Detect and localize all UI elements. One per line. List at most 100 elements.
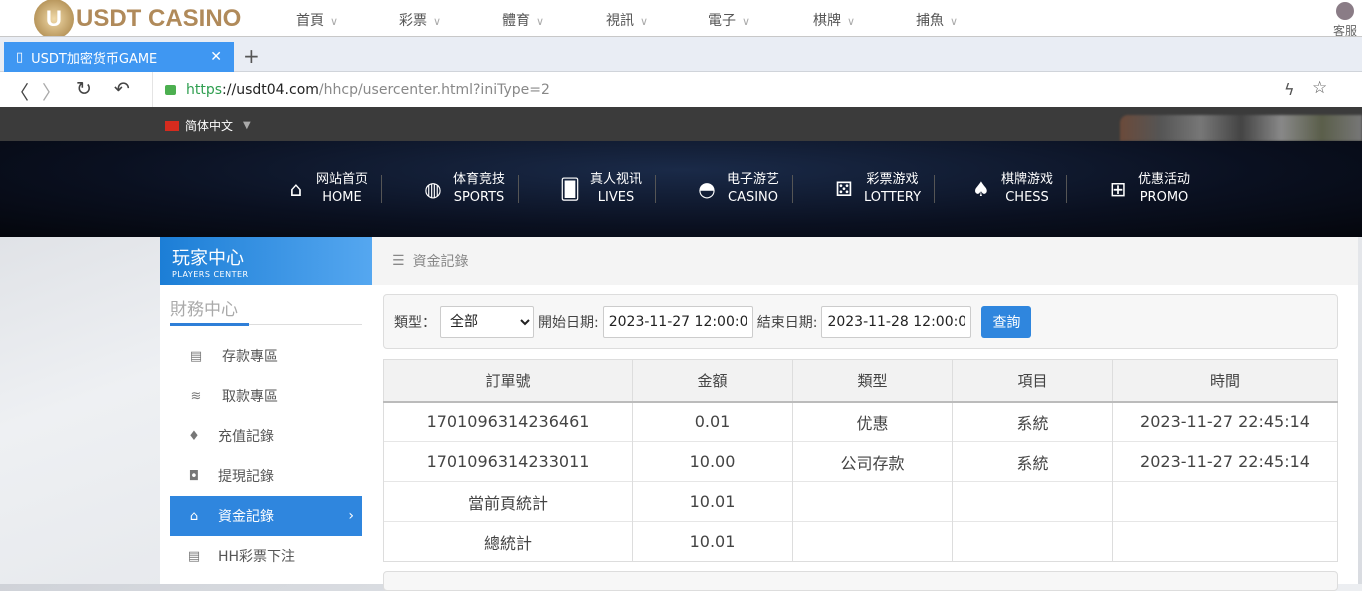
lightning-icon[interactable]: ϟ xyxy=(1284,80,1295,99)
url-path: /hhcp/usercenter.html?iniType=2 xyxy=(318,81,550,98)
table-header-row: 訂單號 金額 類型 項目 時間 xyxy=(383,359,1338,403)
undo-icon[interactable]: ↶ xyxy=(114,78,130,100)
logo-coin-icon: U xyxy=(34,0,74,39)
divider xyxy=(381,175,383,203)
banner-nav-sublabel: HOME xyxy=(322,190,362,205)
topnav-item[interactable]: 棋牌 ∨ xyxy=(813,10,855,30)
type-select[interactable]: 全部 xyxy=(440,305,534,338)
house-icon: ⌂ xyxy=(189,508,199,524)
topnav-item[interactable]: 首頁 ∨ xyxy=(296,10,338,30)
sidebar-item-fund-records[interactable]: ⌂ 資金記錄 › xyxy=(170,496,362,536)
content-panel: ☰ 資金記錄 類型： 全部 開始日期: 結束日期: 查詢 訂單號 金額 類型 項目… xyxy=(372,237,1358,591)
site-logo[interactable]: U USDT CASINO xyxy=(34,0,242,39)
url-input[interactable]: https://usdt04.com/hhcp/usercenter.html?… xyxy=(152,72,550,107)
sidebar-item-label: 充值記錄 xyxy=(218,429,274,445)
hand-money-icon: ≋ xyxy=(190,388,202,404)
column-header: 類型 xyxy=(792,359,953,403)
caret-down-icon: ▼ xyxy=(243,120,251,131)
close-tab-icon[interactable]: ✕ xyxy=(210,49,222,65)
language-bar: 简体中文 ▼ xyxy=(0,107,1362,141)
search-button[interactable]: 查詢 xyxy=(981,305,1032,338)
back-icon[interactable]: 〈 xyxy=(10,78,29,105)
menu-icon[interactable]: ☰ xyxy=(392,253,405,269)
chevron-right-icon: › xyxy=(348,508,354,524)
banner-nav-chess[interactable]: ♠ 棋牌游戏 CHESS xyxy=(961,171,1068,207)
end-date-input[interactable] xyxy=(821,305,972,338)
address-bar: 〈 〉 ↻ ↶ https://usdt04.com/hhcp/usercent… xyxy=(0,72,1362,107)
table-row: 1701096314236461 0.01 优惠 系統 2023-11-27 22:45… xyxy=(383,401,1338,442)
sidebar-item-label: 取款專區 xyxy=(222,389,278,405)
chevron-down-icon: ∨ xyxy=(536,15,545,28)
logo-text: USDT CASINO xyxy=(76,5,242,32)
language-label: 简体中文 xyxy=(185,119,234,133)
filter-bar: 類型： 全部 開始日期: 結束日期: 查詢 xyxy=(383,294,1338,349)
banner-nav-sublabel: LIVES xyxy=(597,190,635,205)
banner-nav-lottery[interactable]: ⚄ 彩票游戏 LOTTERY xyxy=(824,171,936,207)
chevron-down-icon: ∨ xyxy=(950,15,959,28)
chat-icon xyxy=(1336,2,1354,20)
divider xyxy=(655,175,657,203)
sidebar-item-label: 提現記錄 xyxy=(218,469,274,485)
column-header: 訂單號 xyxy=(383,359,633,403)
sidebar-item-label: 存款專區 xyxy=(222,349,278,365)
table-cell: 公司存款 xyxy=(792,441,953,482)
topnav-label: 體育 xyxy=(502,13,530,29)
table-cell xyxy=(952,481,1113,522)
fund-records-table: 訂單號 金額 類型 項目 時間 1701096314236461 0.01 优惠 系統… xyxy=(383,359,1338,562)
star-icon[interactable]: ☆ xyxy=(1312,78,1327,98)
sidebar-item-hh-lottery-bets[interactable]: ▤ HH彩票下注 xyxy=(170,536,362,576)
content-header: ☰ 資金記錄 xyxy=(372,237,1358,285)
topnav-item[interactable]: 捕魚 ∨ xyxy=(916,10,958,30)
banner-nav-casino[interactable]: ◓ 电子游艺 CASINO xyxy=(687,171,794,207)
table-cell xyxy=(792,481,953,522)
start-date-label: 開始日期: xyxy=(538,314,599,331)
banner-nav-sports[interactable]: ◍ 体育竞技 SPORTS xyxy=(413,171,520,207)
wallet-icon: ◘ xyxy=(188,468,200,484)
sidebar-title: 玩家中心 xyxy=(172,248,244,269)
table-cell: 2023-11-27 22:45:14 xyxy=(1112,441,1338,482)
url-scheme: https xyxy=(186,81,223,98)
banner-nav-label: 棋牌游戏 xyxy=(1001,172,1054,187)
table-cell: 1701096314233011 xyxy=(383,441,633,482)
banner-nav-sublabel: SPORTS xyxy=(453,190,505,205)
forward-icon[interactable]: 〉 xyxy=(42,78,61,105)
topnav-item[interactable]: 電子 ∨ xyxy=(708,10,750,30)
spade-icon: ♠ xyxy=(972,177,990,201)
new-tab-button[interactable]: + xyxy=(243,44,260,68)
money-bag-icon: ♦ xyxy=(188,428,200,444)
chevron-down-icon: ∨ xyxy=(640,15,649,28)
table-cell xyxy=(792,521,953,562)
section-underline xyxy=(170,323,249,326)
topnav-item[interactable]: 體育 ∨ xyxy=(502,10,544,30)
reload-icon[interactable]: ↻ xyxy=(76,78,92,100)
banner-nav-lives[interactable]: 🂠 真人视讯 LIVES xyxy=(550,171,657,207)
chevron-down-icon: ∨ xyxy=(847,15,856,28)
banner-nav-promo[interactable]: ⊞ 优惠活动 PROMO xyxy=(1098,171,1190,207)
table-cell xyxy=(1112,481,1338,522)
topnav-item[interactable]: 彩票 ∨ xyxy=(399,10,441,30)
language-select[interactable]: 简体中文 ▼ xyxy=(165,117,251,134)
china-flag-icon xyxy=(165,120,179,131)
table-cell: 10.01 xyxy=(632,481,793,522)
topnav-item[interactable]: 視訊 ∨ xyxy=(606,10,648,30)
table-row: 當前頁統計 10.01 xyxy=(383,481,1338,522)
sidebar-item-withdraw[interactable]: ≋ 取款專區 xyxy=(170,376,362,416)
card-icon: ▤ xyxy=(189,348,203,364)
column-header: 金額 xyxy=(632,359,793,403)
section-title: 財務中心 xyxy=(170,300,238,320)
browser-tab[interactable]: ▯ USDT加密货币GAME ✕ xyxy=(4,42,234,72)
cards-icon: 🂠 xyxy=(559,177,581,201)
sidebar-item-recharge-records[interactable]: ♦ 充值記錄 xyxy=(170,416,362,456)
table-cell xyxy=(952,521,1113,562)
list-icon: ▤ xyxy=(187,548,201,564)
banner-nav-sublabel: CHESS xyxy=(1005,190,1049,205)
support-button[interactable]: 客服 xyxy=(1328,0,1362,39)
page-title: 資金記錄 xyxy=(412,254,469,270)
sidebar-item-withdraw-records[interactable]: ◘ 提現記錄 xyxy=(170,456,362,496)
start-date-input[interactable] xyxy=(602,305,753,338)
chevron-down-icon: ∨ xyxy=(742,15,751,28)
sidebar-item-deposit[interactable]: ▤ 存款專區 xyxy=(170,336,362,376)
players-center-header: 玩家中心 PLAYERS CENTER xyxy=(160,237,372,285)
column-header: 時間 xyxy=(1112,359,1338,403)
banner-nav-home[interactable]: ⌂ 网站首页 HOME xyxy=(276,171,383,207)
